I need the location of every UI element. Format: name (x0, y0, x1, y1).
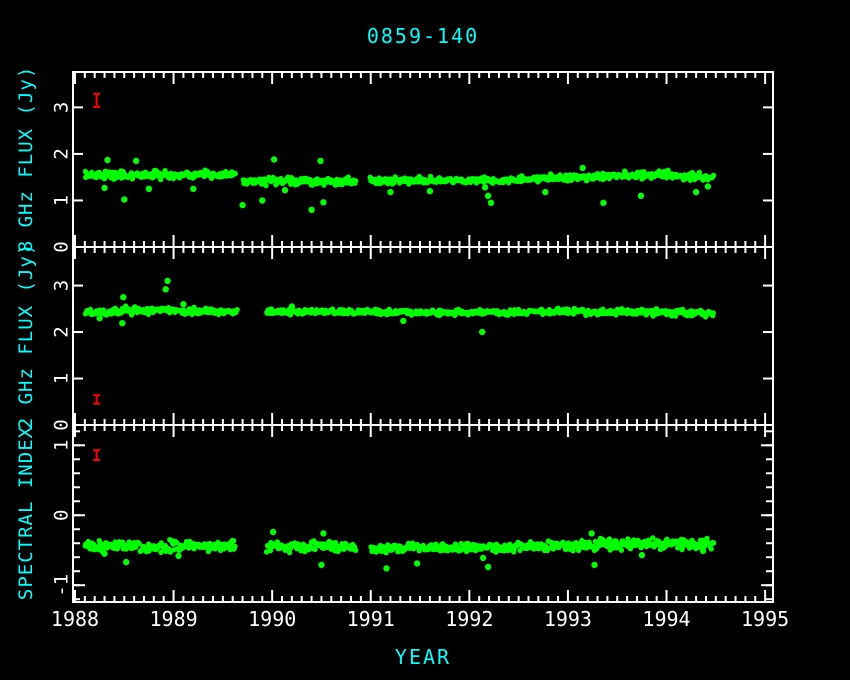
data-point (697, 170, 702, 175)
outlier-point (270, 529, 276, 535)
y-tick-label: 0 (51, 510, 73, 521)
outlier-point (485, 564, 491, 570)
x-tick-label: 1992 (445, 607, 493, 631)
outlier-point (289, 303, 295, 309)
outlier-point (700, 548, 706, 554)
data-point (353, 178, 358, 183)
outlier-point (480, 555, 486, 561)
data-point (263, 183, 268, 188)
outlier-point (387, 189, 393, 195)
outlier-point (121, 196, 127, 202)
outlier-point (427, 188, 433, 194)
outlier-point (146, 186, 152, 192)
y-tick-label: 0 (51, 419, 73, 430)
y-tick-label: 1 (51, 440, 73, 451)
outlier-point (639, 552, 645, 558)
data-point (312, 547, 317, 552)
outlier-point (542, 189, 548, 195)
x-tick-label: 1988 (51, 607, 99, 631)
y-tick-label: 3 (51, 280, 73, 291)
outlier-point (96, 315, 102, 321)
x-tick-label: 1989 (150, 607, 198, 631)
x-tick-label: 1990 (248, 607, 296, 631)
outlier-point (175, 553, 181, 559)
outlier-point (101, 185, 107, 191)
data-point (607, 536, 612, 541)
x-tick-label: 1994 (642, 607, 690, 631)
light-curve-plot: 0 1 2 3 0 1 2 3 -1 0 1 1988 1989 1990 1991 1992 1993 1994… (0, 0, 850, 680)
light-curve-screen: 0859-140 8 GHz FLUX (Jy) 2 GHz FLUX (Jy)… (0, 0, 850, 680)
outlier-point (600, 200, 606, 206)
data-point (709, 546, 714, 551)
y-tick-label: 1 (51, 195, 73, 206)
data-point (231, 538, 236, 543)
data-point (711, 540, 716, 545)
y-tick-label: 2 (51, 326, 73, 337)
outlier-point (133, 158, 139, 164)
outlier-point (163, 286, 169, 292)
outlier-point (104, 157, 110, 163)
outlier-point (485, 193, 491, 199)
outlier-point (383, 565, 389, 571)
outlier-point (164, 278, 170, 284)
outlier-point (588, 530, 594, 536)
outlier-point (693, 189, 699, 195)
outlier-point (638, 193, 644, 199)
outlier-point (488, 200, 494, 206)
data-point (619, 548, 624, 553)
data-point (711, 310, 716, 315)
y-tick-label: 1 (51, 373, 73, 384)
y-tick-label: 3 (51, 102, 73, 113)
outlier-point (119, 320, 125, 326)
outlier-point (591, 562, 597, 568)
panel-frame (73, 72, 773, 247)
outlier-point (239, 202, 245, 208)
y-tick-label: -1 (51, 574, 73, 597)
outlier-point (320, 199, 326, 205)
outlier-point (101, 551, 107, 557)
outlier-point (479, 329, 485, 335)
outlier-point (318, 562, 324, 568)
data-point (233, 171, 238, 176)
outlier-point (180, 301, 186, 307)
outlier-point (317, 158, 323, 164)
panel-frame (73, 425, 773, 602)
outlier-point (482, 184, 488, 190)
data-point (232, 544, 237, 549)
outlier-point (190, 186, 196, 192)
x-axis-label: YEAR (73, 645, 773, 669)
data-point (234, 307, 239, 312)
outlier-point (414, 560, 420, 566)
outlier-point (123, 559, 129, 565)
x-tick-label: 1993 (544, 607, 592, 631)
x-tick-label: 1995 (741, 607, 789, 631)
outlier-point (282, 187, 288, 193)
x-tick-label: 1991 (347, 607, 395, 631)
outlier-point (271, 156, 277, 162)
outlier-point (259, 197, 265, 203)
outlier-point (308, 207, 314, 213)
data-point (711, 173, 716, 178)
y-tick-label: 0 (51, 241, 73, 252)
y-tick-label: 2 (51, 148, 73, 159)
outlier-point (705, 183, 711, 189)
data-point (353, 548, 358, 553)
outlier-point (400, 318, 406, 324)
outlier-point (320, 530, 326, 536)
outlier-point (580, 165, 586, 171)
panel-frame (73, 247, 773, 425)
outlier-point (120, 294, 126, 300)
